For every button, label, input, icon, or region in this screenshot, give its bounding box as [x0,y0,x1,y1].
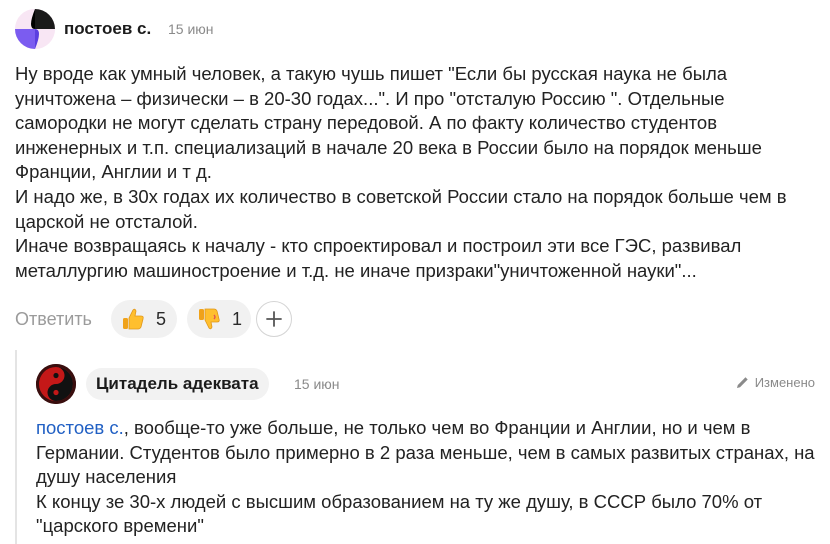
comment-author[interactable]: постоев с. [64,19,151,39]
like-button[interactable]: 5 [111,300,177,338]
comment-date: 15 июн [168,21,214,37]
reply-text: , вообще-то уже больше, не только чем во… [36,417,815,488]
mention-link[interactable]: постоев с. [36,417,124,438]
reply-date: 15 июн [294,376,340,392]
dislike-count: 1 [232,308,243,329]
reply-author[interactable]: Цитадель адеквата [96,374,259,394]
reply-paragraph: К концу зе 30-х людей с высшим образован… [36,490,763,537]
comment-body: Ну вроде как умный человек, а такую чушь… [15,62,815,283]
plus-icon [266,311,282,327]
dislike-button[interactable]: 1 [187,300,251,338]
thread-line [15,350,17,544]
yin-yang-avatar-icon[interactable] [36,364,76,404]
comment-paragraph: Иначе возвращаясь к началу - кто спроект… [15,235,742,281]
gradient-avatar-icon[interactable] [15,9,55,49]
reply-author-chip[interactable]: Цитадель адеквата [86,368,269,400]
add-reaction-button[interactable] [256,301,292,337]
like-count: 5 [156,308,167,329]
comment-paragraph: Ну вроде как умный человек, а такую чушь… [15,63,762,183]
edited-label: Изменено [754,375,815,390]
reply-button[interactable]: Ответить [15,309,92,330]
thumbs-down-emoji-icon [199,308,220,330]
pencil-icon [736,377,748,388]
thumbs-up-emoji-icon [123,308,144,330]
comment-paragraph: И надо же, в 30х годах их количество в с… [15,185,787,232]
reply-paragraph: постоев с., вообще-то уже больше, не тол… [36,416,816,490]
reply-body: постоев с., вообще-то уже больше, не тол… [36,416,816,539]
edited-indicator: Изменено [736,375,815,390]
